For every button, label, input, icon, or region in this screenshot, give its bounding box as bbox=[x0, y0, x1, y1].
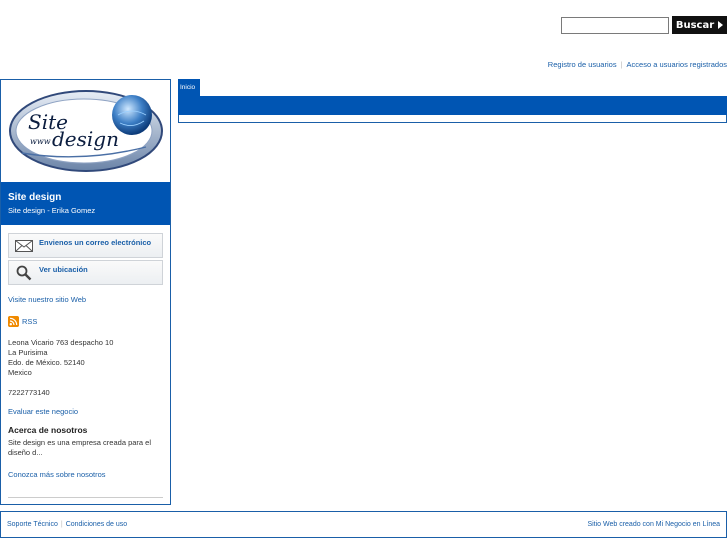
address-line: Mexico bbox=[8, 368, 32, 377]
rss-icon bbox=[8, 316, 19, 327]
separator: | bbox=[60, 521, 63, 528]
support-link[interactable]: Soporte Técnico bbox=[7, 521, 58, 528]
footer: Soporte Técnico | Condiciones de uso Sit… bbox=[0, 511, 727, 538]
sidebar: Site www design Site design Site design … bbox=[0, 79, 171, 505]
location-button-label: Ver ubicación bbox=[39, 265, 88, 274]
address-line: La Purisima bbox=[8, 348, 48, 357]
address-line: Leona Vicario 763 despacho 10 bbox=[8, 338, 114, 347]
search-input[interactable] bbox=[561, 17, 669, 34]
site-subtitle: Site design - Erika Gomez bbox=[8, 206, 96, 215]
about-body: Site design es una empresa creada para e… bbox=[8, 438, 152, 457]
evaluate-business-link[interactable]: Evaluar este negocio bbox=[8, 407, 78, 417]
svg-text:www: www bbox=[30, 137, 51, 146]
location-button[interactable]: Ver ubicación bbox=[8, 260, 163, 285]
content-frame bbox=[178, 115, 727, 123]
site-title: Site design bbox=[8, 192, 62, 203]
arrow-right-icon bbox=[718, 21, 724, 29]
envelope-icon bbox=[9, 234, 39, 257]
rss-link[interactable]: RSS bbox=[8, 316, 37, 327]
site-header: Site design Site design - Erika Gomez bbox=[1, 182, 170, 225]
login-link[interactable]: Acceso a usuarios registrados bbox=[627, 60, 727, 69]
terms-link[interactable]: Condiciones de uso bbox=[66, 521, 128, 528]
magnifier-icon bbox=[9, 261, 39, 284]
rss-label[interactable]: RSS bbox=[22, 317, 37, 327]
search-button-label: Buscar bbox=[675, 19, 715, 31]
address: Leona Vicario 763 despacho 10 La Purisim… bbox=[8, 338, 113, 378]
phone-number: 7222773140 bbox=[8, 388, 50, 397]
user-links: Registro de usuarios | Acceso a usuarios… bbox=[548, 60, 727, 69]
search-button[interactable]: Buscar bbox=[672, 16, 727, 34]
email-button[interactable]: Envienos un correo electrónico bbox=[8, 233, 163, 258]
svg-text:design: design bbox=[52, 127, 119, 151]
about-title: Acerca de nosotros bbox=[8, 425, 88, 435]
register-link[interactable]: Registro de usuarios bbox=[548, 60, 617, 69]
email-button-label: Envienos un correo electrónico bbox=[39, 238, 152, 247]
nav-bar bbox=[178, 96, 727, 115]
visit-website-link[interactable]: Visite nuestro sitio Web bbox=[8, 295, 86, 305]
address-line: Edo. de México. 52140 bbox=[8, 358, 85, 367]
about-more-link[interactable]: Conozca más sobre nosotros bbox=[8, 470, 106, 480]
divider bbox=[8, 497, 163, 498]
site-logo[interactable]: Site www design bbox=[8, 85, 164, 173]
credit-link[interactable]: Sitio Web creado con Mi Negocio en Línea bbox=[587, 521, 720, 528]
separator: | bbox=[620, 60, 623, 69]
tab-inicio[interactable]: Inicio bbox=[178, 79, 200, 97]
